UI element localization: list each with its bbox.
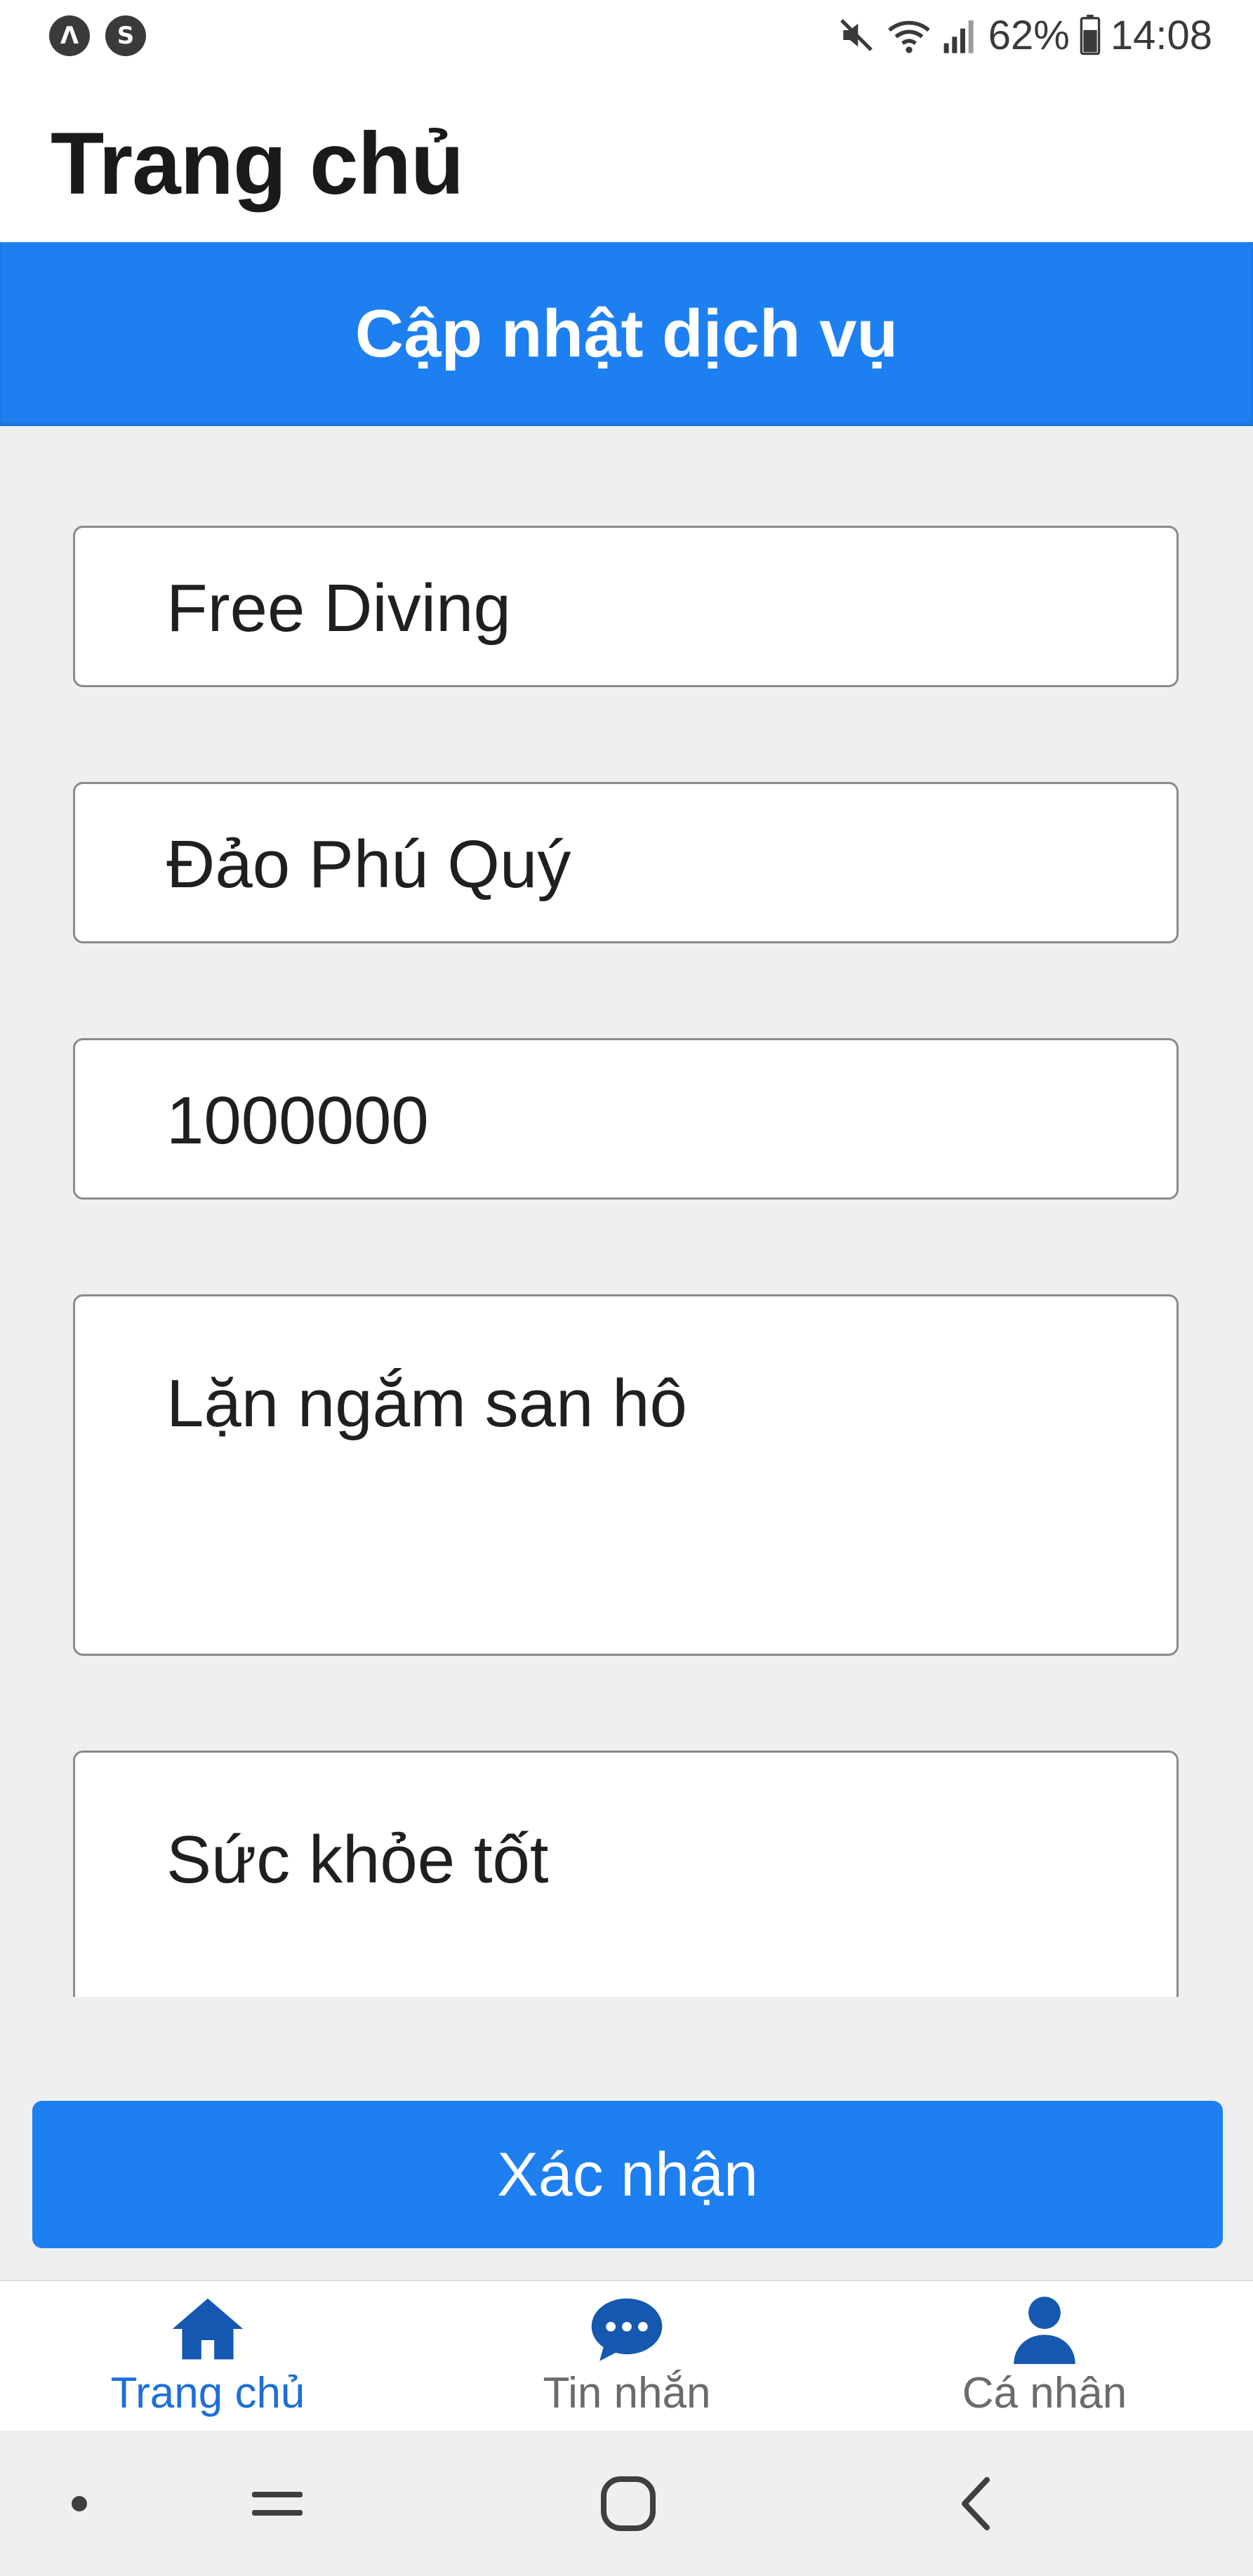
status-right: 62% 14:08 <box>837 10 1212 60</box>
status-left-icons: Λ S <box>49 15 146 56</box>
requirement-textarea[interactable]: Sức khỏe tốt <box>73 1751 1179 1997</box>
wifi-icon <box>886 15 932 55</box>
tab-messages[interactable]: Tin nhắn <box>479 2281 774 2432</box>
battery-percent: 62% <box>988 12 1070 58</box>
price-field[interactable]: 1000000 <box>73 1038 1179 1200</box>
tab-home-label: Trang chủ <box>110 2369 305 2417</box>
banner-title: Cập nhật dịch vụ <box>354 296 899 371</box>
home-button-icon[interactable] <box>590 2431 667 2576</box>
bottom-nav: Trang chủ Tin nhắn Cá nhân <box>0 2280 1253 2432</box>
requirement-value: Sức khỏe tốt <box>166 1822 549 1897</box>
mute-icon <box>837 15 876 55</box>
back-icon[interactable] <box>941 2431 1011 2576</box>
tab-profile-label: Cá nhân <box>962 2369 1127 2417</box>
home-icon <box>169 2294 246 2364</box>
clock: 14:08 <box>1110 12 1212 58</box>
status-bar: Λ S 62% 14:08 <box>0 0 1253 70</box>
description-textarea[interactable]: Lặn ngắm san hô <box>73 1294 1179 1656</box>
page-title: Trang chủ <box>51 115 464 213</box>
battery-icon <box>1080 15 1101 55</box>
app-a-icon: Λ <box>49 15 90 56</box>
location-value: Đảo Phú Quý <box>166 827 571 902</box>
dot-icon <box>62 2431 97 2576</box>
location-field[interactable]: Đảo Phú Quý <box>73 782 1179 943</box>
signal-icon <box>942 15 979 55</box>
app-header: Trang chủ <box>0 70 1253 242</box>
service-name-value: Free Diving <box>166 571 511 646</box>
app-s-icon: S <box>105 15 146 56</box>
person-icon <box>1009 2294 1080 2364</box>
tab-home[interactable]: Trang chủ <box>60 2281 355 2432</box>
tab-profile[interactable]: Cá nhân <box>897 2281 1192 2432</box>
price-value: 1000000 <box>166 1083 429 1158</box>
service-name-field[interactable]: Free Diving <box>73 526 1179 687</box>
system-nav-bar <box>0 2431 1253 2576</box>
recent-apps-icon[interactable] <box>242 2431 312 2576</box>
service-form: Free Diving Đảo Phú Quý 1000000 Lặn ngắm… <box>0 426 1253 1997</box>
section-banner: Cập nhật dịch vụ <box>0 242 1253 426</box>
confirm-button[interactable]: Xác nhận <box>32 2101 1223 2248</box>
tab-messages-label: Tin nhắn <box>543 2369 711 2417</box>
chat-icon <box>588 2294 665 2364</box>
description-value: Lặn ngắm san hô <box>166 1366 687 1441</box>
